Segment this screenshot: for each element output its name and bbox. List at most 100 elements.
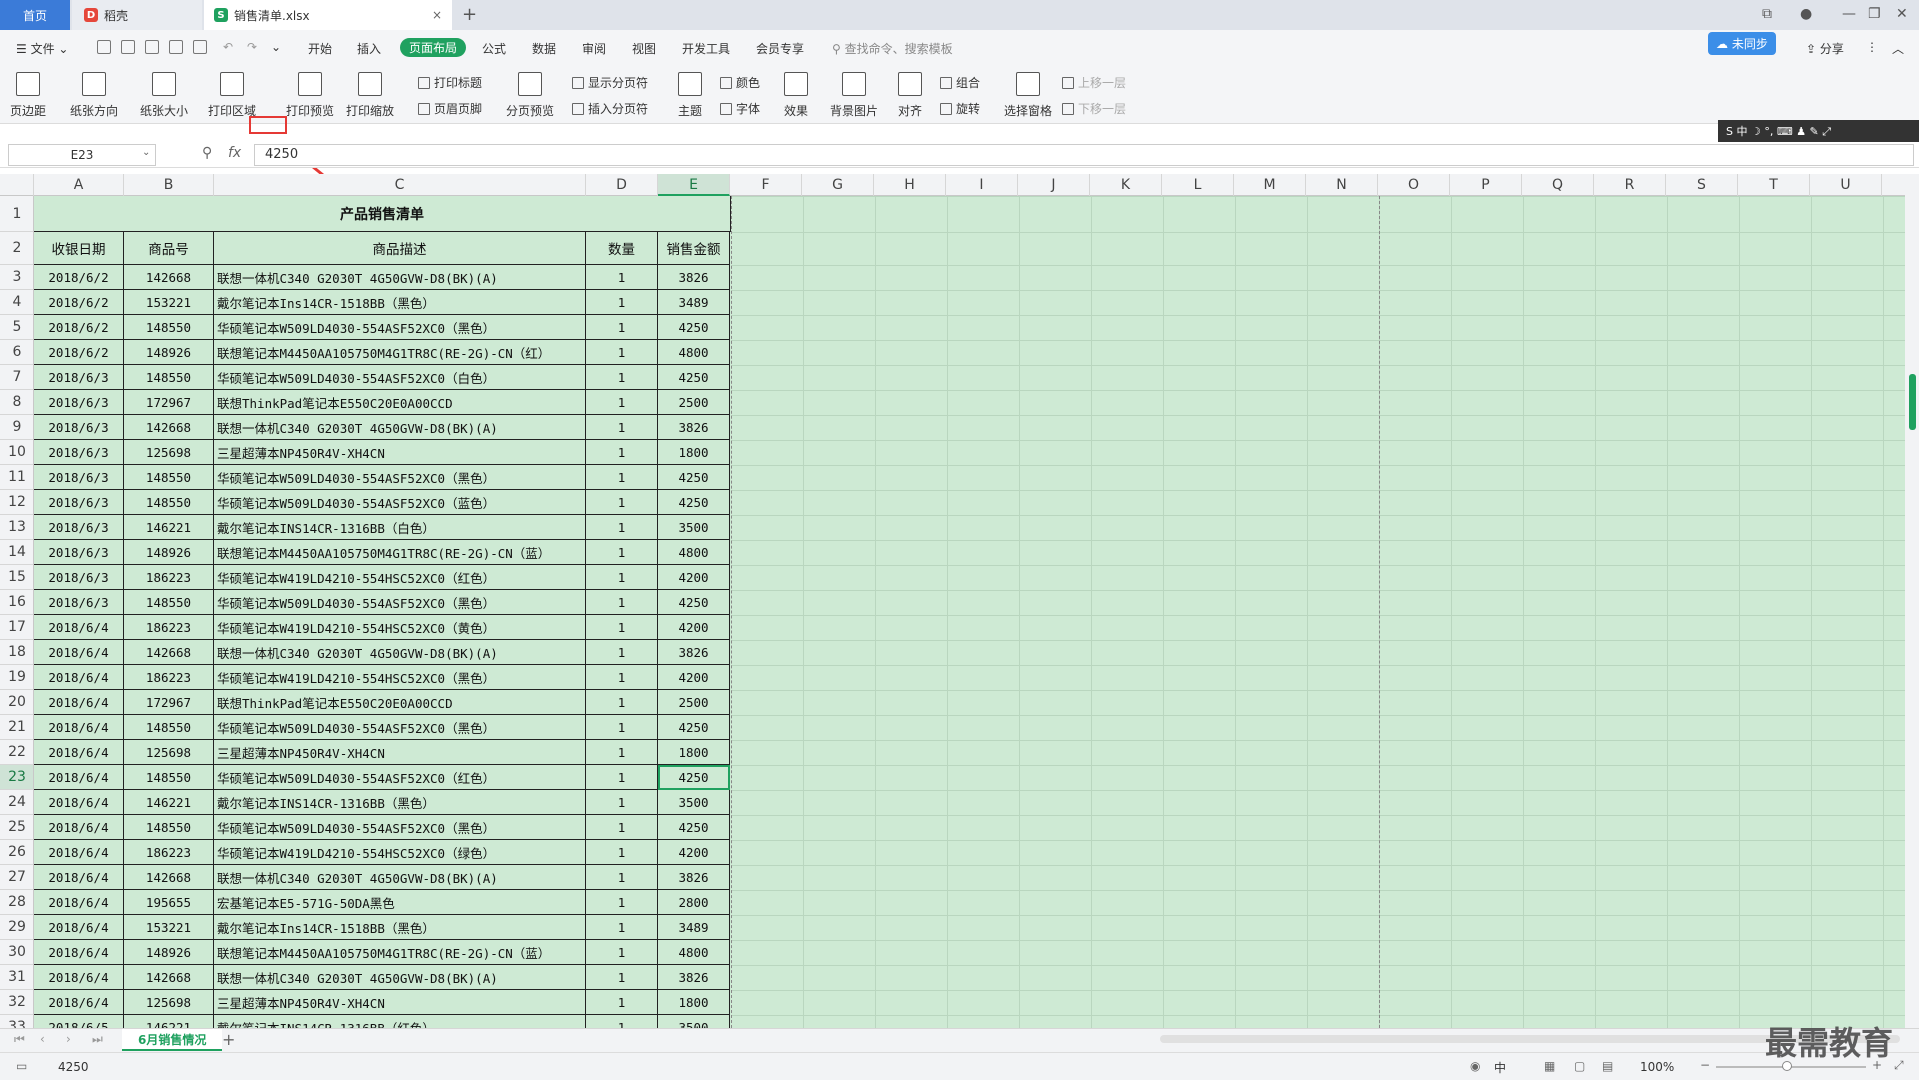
column-title[interactable]: 商品号 [124,232,214,265]
row-header[interactable]: 16 [0,590,33,615]
sheet-tab-june-sales[interactable]: 6月销售情况 [122,1029,223,1051]
effects-button[interactable]: 效果 [784,72,808,119]
table-cell[interactable]: 3826 [658,265,730,290]
table-cell[interactable]: 联想笔记本M4450AA105750M4G1TR8C(RE-2G)-CN（蓝） [214,940,586,965]
row-header[interactable]: 9 [0,415,33,440]
table-cell[interactable]: 华硕笔记本W509LD4030-554ASF52XC0（黑色） [214,815,586,840]
table-cell[interactable]: 三星超薄本NP450R4V-XH4CN [214,440,586,465]
row-header[interactable]: 6 [0,340,33,365]
table-cell[interactable]: 3500 [658,1015,730,1028]
table-cell[interactable]: 1 [586,465,658,490]
table-cell[interactable]: 148550 [124,590,214,615]
table-cell[interactable]: 1 [586,965,658,990]
table-cell[interactable]: 3489 [658,290,730,315]
table-cell[interactable]: 4250 [658,715,730,740]
menu-view[interactable]: 视图 [632,40,656,57]
table-cell[interactable]: 2018/6/3 [34,465,124,490]
row-header[interactable]: 30 [0,940,33,965]
table-cell[interactable]: 华硕笔记本W509LD4030-554ASF52XC0（红色） [214,765,586,790]
table-cell[interactable]: 3826 [658,640,730,665]
table-cell[interactable]: 2018/6/4 [34,915,124,940]
table-cell[interactable]: 4800 [658,540,730,565]
table-cell[interactable]: 戴尔笔记本INS14CR-1316BB（红色） [214,1015,586,1028]
cloud-sync-button[interactable]: ☁ 未同步 [1708,32,1776,55]
table-cell[interactable]: 联想一体机C340 G2030T 4G50GVW-D8(BK)(A) [214,965,586,990]
fullscreen-icon[interactable]: ⤢ [1894,1058,1904,1073]
table-cell[interactable]: 3826 [658,865,730,890]
table-cell[interactable]: 联想一体机C340 G2030T 4G50GVW-D8(BK)(A) [214,865,586,890]
table-cell[interactable]: 联想笔记本M4450AA105750M4G1TR8C(RE-2G)-CN（红） [214,340,586,365]
row-header[interactable]: 29 [0,915,33,940]
column-header-l[interactable]: L [1162,174,1234,196]
table-cell[interactable]: 宏基笔记本E5-571G-50DA黑色 [214,890,586,915]
table-cell[interactable]: 148926 [124,940,214,965]
column-title[interactable]: 商品描述 [214,232,586,265]
table-cell[interactable]: 148550 [124,315,214,340]
table-cell[interactable]: 2018/6/4 [34,815,124,840]
table-cell[interactable]: 2018/6/4 [34,715,124,740]
row-header[interactable]: 27 [0,865,33,890]
table-cell[interactable]: 142668 [124,865,214,890]
table-cell[interactable]: 1 [586,515,658,540]
table-cell[interactable]: 戴尔笔记本INS14CR-1316BB（黑色） [214,790,586,815]
table-cell[interactable]: 1 [586,365,658,390]
macro-icon[interactable]: ▭ [16,1059,27,1073]
ime-toolbar[interactable]: S 中 ☽ °, ⌨ ♟ ✎ ⤢ [1718,120,1919,142]
table-cell[interactable]: 4250 [658,365,730,390]
table-cell[interactable]: 1800 [658,740,730,765]
column-header-f[interactable]: F [730,174,802,196]
theme-button[interactable]: 主题 [678,72,702,119]
formula-input[interactable]: 4250 [254,144,1914,166]
row-header[interactable]: 2 [0,232,33,265]
table-cell[interactable]: 2018/6/4 [34,940,124,965]
background-image-button[interactable]: 背景图片 [830,72,878,119]
row-header[interactable]: 14 [0,540,33,565]
table-cell[interactable]: 1 [586,715,658,740]
table-cell[interactable]: 186223 [124,840,214,865]
table-cell[interactable]: 联想笔记本M4450AA105750M4G1TR8C(RE-2G)-CN（蓝） [214,540,586,565]
column-title[interactable]: 销售金额 [658,232,730,265]
table-cell[interactable]: 148926 [124,340,214,365]
row-header[interactable]: 11 [0,465,33,490]
fx-icon[interactable]: fx [228,145,241,161]
row-header[interactable]: 17 [0,615,33,640]
redo-icon[interactable]: ↷ [247,40,257,54]
add-sheet-icon[interactable]: + [222,1030,235,1049]
table-cell[interactable]: 1 [586,915,658,940]
column-header-a[interactable]: A [34,174,124,196]
table-cell[interactable]: 2018/6/4 [34,965,124,990]
zoom-out-icon[interactable]: − [1700,1058,1710,1072]
table-cell[interactable]: 2018/6/4 [34,690,124,715]
table-cell[interactable]: 2018/6/4 [34,790,124,815]
last-sheet-icon[interactable]: ⏭ [92,1032,103,1047]
row-header[interactable]: 10 [0,440,33,465]
table-cell[interactable]: 146221 [124,1015,214,1028]
column-header-s[interactable]: S [1666,174,1738,196]
table-cell[interactable]: 142668 [124,265,214,290]
table-cell[interactable]: 2018/6/3 [34,540,124,565]
table-cell[interactable]: 172967 [124,390,214,415]
new-tab-button[interactable]: + [462,4,477,25]
sheet-area[interactable]: 产品销售清单 收银日期 商品号 商品描述 数量 销售金额 2018/6/2 142668 联想一… [34,196,1905,1028]
row-header[interactable]: 24 [0,790,33,815]
table-cell[interactable]: 186223 [124,565,214,590]
zoom-level[interactable]: 100% [1640,1060,1674,1074]
ime-indicator[interactable]: 中 [1494,1059,1506,1076]
table-cell[interactable]: 142668 [124,965,214,990]
table-cell[interactable]: 4200 [658,840,730,865]
restore-icon[interactable]: ❐ [1868,6,1881,22]
row-header[interactable]: 32 [0,990,33,1015]
prev-sheet-icon[interactable]: ‹ [40,1032,45,1046]
table-cell[interactable]: 戴尔笔记本Ins14CR-1518BB（黑色） [214,290,586,315]
table-cell[interactable]: 1 [586,590,658,615]
menu-start[interactable]: 开始 [308,40,332,57]
table-cell[interactable]: 2018/6/3 [34,365,124,390]
table-cell[interactable]: 4800 [658,940,730,965]
table-cell[interactable]: 三星超薄本NP450R4V-XH4CN [214,990,586,1015]
sheet-title[interactable]: 产品销售清单 [34,196,731,232]
table-cell[interactable]: 1 [586,490,658,515]
table-cell[interactable]: 2018/6/2 [34,290,124,315]
window-mode-icon[interactable]: ⧉ [1762,6,1772,22]
table-cell[interactable]: 2018/6/4 [34,990,124,1015]
select-all-corner[interactable] [0,174,34,196]
